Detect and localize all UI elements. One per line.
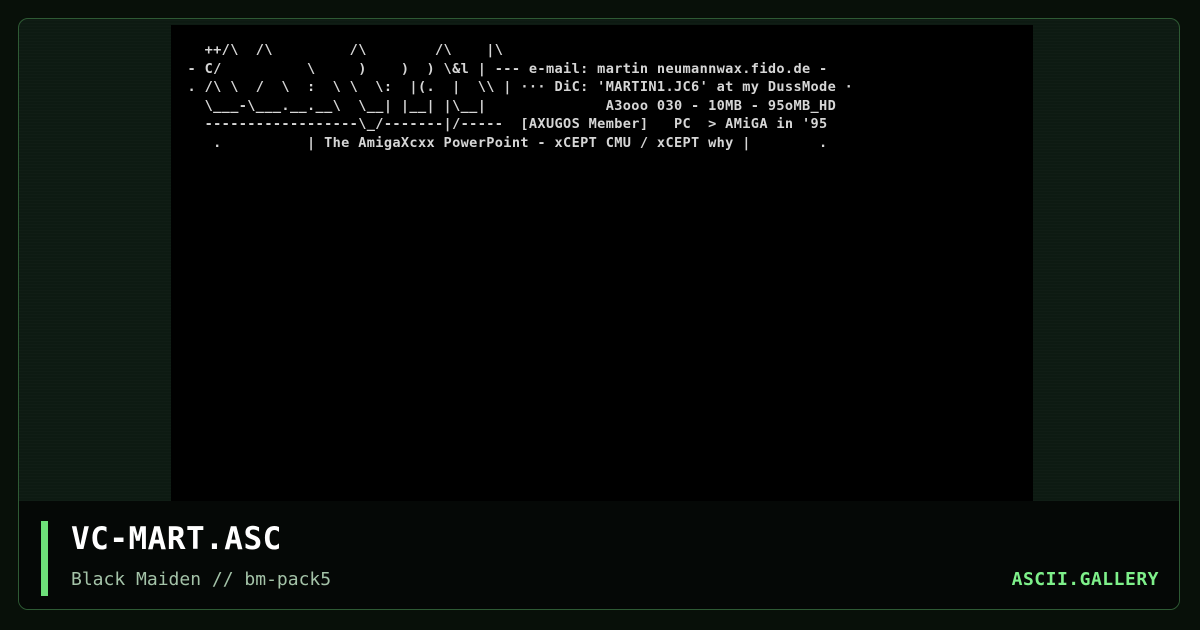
- page: ++/\ /\ /\ /\ |\ - C/ \ ) ) ) \&l | --- …: [0, 0, 1200, 630]
- artist-pack-label: Black Maiden // bm-pack5: [71, 569, 332, 590]
- card-footer: VC-MART.ASC Black Maiden // bm-pack5 ASC…: [19, 501, 1179, 609]
- ascii-art-text: ++/\ /\ /\ /\ |\ - C/ \ ) ) ) \&l | --- …: [179, 41, 853, 152]
- site-brand-link[interactable]: ASCII.GALLERY: [1012, 569, 1159, 590]
- ascii-art-viewer: ++/\ /\ /\ /\ |\ - C/ \ ) ) ) \&l | --- …: [171, 25, 1033, 505]
- ascii-line: \___-\___.__.__\ \__| |__| |\__| A3ooo 0…: [179, 97, 837, 114]
- ascii-line: ++/\ /\ /\ /\ |\: [179, 42, 504, 58]
- file-title: VC-MART.ASC: [71, 521, 282, 557]
- ascii-line: - C/ \ ) ) ) \&l | --- e-mail: martin ne…: [179, 60, 828, 77]
- accent-bar: [41, 521, 48, 596]
- ascii-line: . /\ \ / \ : \ \ \: |(. | \\ | ··· DiC: …: [179, 79, 854, 95]
- gallery-card: ++/\ /\ /\ /\ |\ - C/ \ ) ) ) \&l | --- …: [18, 18, 1180, 610]
- ascii-line: . | The AmigaXcxx PowerPoint - xCEPT CMU…: [179, 134, 828, 151]
- ascii-line: ------------------\_/-------|/----- [AXU…: [179, 116, 828, 132]
